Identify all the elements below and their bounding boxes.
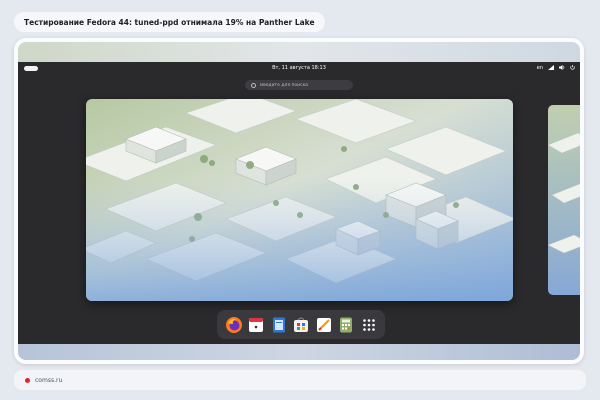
search-icon [251,82,256,88]
wallpaper-strip-top [18,42,580,62]
workspace-thumbnail-next[interactable] [548,105,580,295]
gnome-overview: Вт, 11 августа 18:13 en [18,62,580,344]
drawing-icon[interactable] [315,316,333,334]
search-field[interactable] [245,80,353,90]
site-logo-dot [25,377,30,383]
screenshot-frame: Вт, 11 августа 18:13 en [14,38,584,364]
calendar-icon[interactable] [247,316,265,334]
power-icon[interactable] [570,65,575,72]
dash [217,310,385,339]
top-bar: Вт, 11 августа 18:13 en [18,62,580,76]
workspace-thumbnail-current[interactable] [86,99,513,301]
system-tray[interactable]: en [537,65,575,72]
wallpaper-preview-next [548,105,580,295]
app-grid-icon[interactable] [360,316,378,334]
search-input[interactable] [260,82,350,88]
source-footer: comss.ru [14,370,586,390]
software-icon[interactable] [292,316,310,334]
wallpaper-isometric-city [86,99,513,301]
calculator-icon[interactable] [337,316,355,334]
keyboard-layout-indicator[interactable]: en [537,65,543,72]
clock[interactable]: Вт, 11 августа 18:13 [18,65,580,71]
text-editor-icon[interactable] [270,316,288,334]
source-site[interactable]: comss.ru [35,377,62,384]
article-headline: Тестирование Fedora 44: tuned-ppd отнима… [14,12,325,32]
volume-icon[interactable] [559,65,565,72]
network-icon[interactable] [548,65,554,72]
wallpaper-strip-bottom [18,342,580,360]
firefox-icon[interactable] [225,316,243,334]
